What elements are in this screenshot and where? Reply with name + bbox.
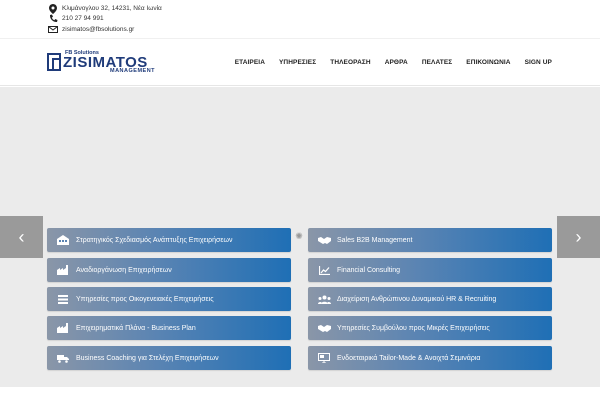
service-label: Financial Consulting [337, 266, 401, 274]
nav-item-company[interactable]: ΕΤΑΙΡΕΙΑ [221, 59, 265, 66]
service-label: Υπηρεσίες Συμβούλου προς Μικρές Επιχειρή… [337, 324, 490, 332]
service-button-financial[interactable]: Financial Consulting [308, 258, 552, 282]
service-label: Υπηρεσίες προς Οικογενειακές Επιχειρήσει… [76, 295, 214, 303]
service-button-sales-b2b[interactable]: Sales B2B Management [308, 228, 552, 252]
service-label: Διαχείριση Ανθρώπινου Δυναμικού HR & Rec… [337, 295, 497, 303]
chevron-left-icon: ‹ [18, 226, 25, 247]
logo-mark-icon [47, 53, 61, 71]
service-label: Sales B2B Management [337, 236, 413, 244]
slider-next-button[interactable]: › [557, 216, 600, 258]
contact-address: Κλιμάνογλου 32, 14231, Νέα Ιωνία [62, 5, 162, 12]
nav-item-articles[interactable]: ΑΡΘΡΑ [371, 59, 408, 66]
nav-item-signup[interactable]: SIGN UP [511, 59, 552, 66]
logo-sub-text: MANAGEMENT [110, 68, 156, 74]
service-button-family-business[interactable]: Υπηρεσίες προς Οικογενειακές Επιχειρήσει… [47, 287, 291, 311]
truck-icon [56, 351, 70, 365]
service-button-restructuring[interactable]: Αναδιοργάνωση Επιχειρήσεων [47, 258, 291, 282]
service-label: Business Coaching για Στελέχη Επιχειρήσε… [76, 354, 219, 362]
bottom-strip [0, 387, 600, 400]
chevron-right-icon: › [575, 226, 582, 247]
factory-icon [56, 321, 70, 335]
service-label: Επιχειρηματικά Πλάνα - Business Plan [76, 324, 196, 332]
site-logo[interactable]: FB Solutions ZISIMATOS MANAGEMENT [47, 50, 162, 76]
handshake-icon [317, 233, 331, 247]
service-label: Ενδοεταιρικά Tailor-Made & Ανοιχτά Σεμιν… [337, 354, 481, 362]
slider-prev-button[interactable]: ‹ [0, 216, 43, 258]
service-label: Αναδιοργάνωση Επιχειρήσεων [76, 266, 172, 274]
service-button-seminars[interactable]: Ενδοεταιρικά Tailor-Made & Ανοιχτά Σεμιν… [308, 346, 552, 370]
contact-phone: 210 27 94 991 [62, 15, 104, 22]
contact-bar: Κλιμάνογλου 32, 14231, Νέα Ιωνία 210 27 … [0, 0, 600, 38]
loading-spinner-icon: ✺ [295, 231, 303, 241]
list-icon [56, 292, 70, 306]
contact-email-row: zisimatos@fbsolutions.gr [48, 24, 134, 35]
factory-icon [56, 263, 70, 277]
service-button-strategy[interactable]: Στρατηγικός Σχεδιασμός Ανάπτυξης Επιχειρ… [47, 228, 291, 252]
contact-phone-row: 210 27 94 991 [48, 13, 104, 24]
line-chart-icon [317, 263, 331, 277]
building-icon [56, 233, 70, 247]
users-icon [317, 292, 331, 306]
nav-item-television[interactable]: ΤΗΛΕΟΡΑΣΗ [316, 59, 370, 66]
service-button-coaching[interactable]: Business Coaching για Στελέχη Επιχειρήσε… [47, 346, 291, 370]
nav-item-clients[interactable]: ΠΕΛΑΤΕΣ [408, 59, 452, 66]
nav-item-services[interactable]: ΥΠΗΡΕΣΙΕΣ [265, 59, 316, 66]
presentation-icon [317, 351, 331, 365]
handshake-icon [317, 321, 331, 335]
map-pin-icon [48, 3, 58, 14]
main-nav: ΕΤΑΙΡΕΙΑ ΥΠΗΡΕΣΙΕΣ ΤΗΛΕΟΡΑΣΗ ΑΡΘΡΑ ΠΕΛΑΤ… [221, 59, 552, 66]
contact-email[interactable]: zisimatos@fbsolutions.gr [62, 26, 134, 33]
envelope-icon [48, 25, 58, 35]
nav-item-contact[interactable]: ΕΠΙΚΟΙΝΩΝΙΑ [452, 59, 510, 66]
phone-icon [48, 14, 58, 24]
service-button-small-business[interactable]: Υπηρεσίες Συμβούλου προς Μικρές Επιχειρή… [308, 316, 552, 340]
service-label: Στρατηγικός Σχεδιασμός Ανάπτυξης Επιχειρ… [76, 236, 233, 244]
service-button-business-plan[interactable]: Επιχειρηματικά Πλάνα - Business Plan [47, 316, 291, 340]
service-button-hr[interactable]: Διαχείριση Ανθρώπινου Δυναμικού HR & Rec… [308, 287, 552, 311]
